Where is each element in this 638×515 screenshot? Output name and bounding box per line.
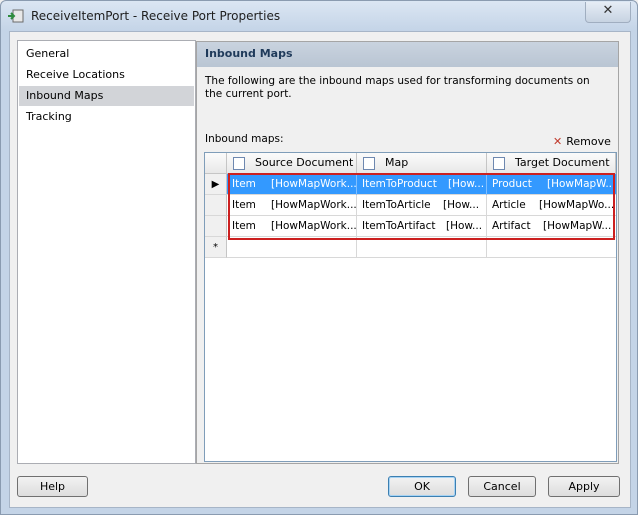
panel-header: Inbound Maps [197,42,618,67]
row-selector[interactable]: ▶ [205,174,227,195]
title-bar[interactable]: ReceiveItemPort - Receive Port Propertie… [1,1,637,31]
row-selector[interactable] [205,216,227,237]
column-header-map[interactable]: Map [357,153,487,173]
dialog-body: General Receive Locations Inbound Maps T… [9,31,631,508]
row-selector[interactable] [205,195,227,216]
ok-button[interactable]: OK [388,476,456,497]
source-type: Item [232,178,256,190]
source-assembly: [HowMapWork... [271,220,357,232]
cell-source[interactable]: Item [HowMapWork... [227,195,357,216]
map-icon [363,157,375,170]
target-type: Article [492,199,526,211]
target-assembly: [HowMapWo... [539,199,615,211]
column-label: Source Document [255,156,354,169]
cell-source[interactable]: Item [HowMapWork... [227,174,357,195]
map-assembly: [How... [446,220,483,232]
source-assembly: [HowMapWork... [271,178,357,190]
target-type: Artifact [492,220,531,232]
dialog-window: ReceiveItemPort - Receive Port Propertie… [0,0,638,515]
column-label: Map [385,156,409,169]
cell-map[interactable] [357,237,487,258]
cell-target[interactable]: Product [HowMapW... [487,174,616,195]
column-label: Target Document [515,156,610,169]
inbound-maps-grid[interactable]: Source Document Map Target Document ▶ It… [204,152,617,462]
cell-map[interactable]: ItemToProduct [How... [357,174,487,195]
close-button[interactable]: ✕ [585,2,631,23]
apply-button[interactable]: Apply [548,476,620,497]
source-type: Item [232,199,256,211]
row-header-corner [205,153,227,173]
inbound-maps-panel: Inbound Maps The following are the inbou… [196,41,619,464]
panel-description: The following are the inbound maps used … [205,75,590,100]
table-row[interactable]: Item [HowMapWork... ItemToArticle [How..… [227,195,616,216]
target-assembly: [HowMapW... [547,178,616,190]
schema-icon [493,157,505,170]
close-icon: ✕ [602,3,614,18]
window-title: ReceiveItemPort - Receive Port Propertie… [31,9,281,23]
grid-header: Source Document Map Target Document [205,153,616,174]
delete-icon: ✕ [553,135,563,148]
remove-button[interactable]: ✕ Remove [553,135,611,148]
cancel-button[interactable]: Cancel [468,476,536,497]
cell-target[interactable]: Artifact [HowMapW... [487,216,616,237]
map-name: ItemToArticle [362,199,431,211]
table-row[interactable]: Item [HowMapWork... ItemToProduct [How..… [227,174,616,195]
new-row[interactable] [227,237,616,258]
cell-target[interactable]: Article [HowMapWo... [487,195,616,216]
cell-source[interactable] [227,237,357,258]
cell-source[interactable]: Item [HowMapWork... [227,216,357,237]
settings-nav: General Receive Locations Inbound Maps T… [17,40,196,464]
source-assembly: [HowMapWork... [271,199,357,211]
inbound-maps-label: Inbound maps: [205,133,284,145]
remove-label: Remove [566,135,611,148]
map-assembly: [How... [448,178,485,190]
map-name: ItemToProduct [362,178,437,190]
nav-item-general[interactable]: General [19,44,194,64]
cell-map[interactable]: ItemToArticle [How... [357,195,487,216]
nav-item-inbound-maps[interactable]: Inbound Maps [19,86,194,106]
receive-port-icon [8,9,24,23]
map-name: ItemToArtifact [362,220,436,232]
panel-title: Inbound Maps [205,47,293,60]
nav-item-receive-locations[interactable]: Receive Locations [19,65,194,85]
cell-target[interactable] [487,237,616,258]
column-header-target[interactable]: Target Document [487,153,616,173]
column-header-source[interactable]: Source Document [227,153,357,173]
cell-map[interactable]: ItemToArtifact [How... [357,216,487,237]
schema-icon [233,157,245,170]
target-assembly: [HowMapW... [543,220,612,232]
nav-item-tracking[interactable]: Tracking [19,107,194,127]
new-row-selector[interactable]: * [205,237,227,258]
source-type: Item [232,220,256,232]
map-assembly: [How... [443,199,480,211]
target-type: Product [492,178,532,190]
table-row[interactable]: Item [HowMapWork... ItemToArtifact [How.… [227,216,616,237]
help-button[interactable]: Help [17,476,88,497]
